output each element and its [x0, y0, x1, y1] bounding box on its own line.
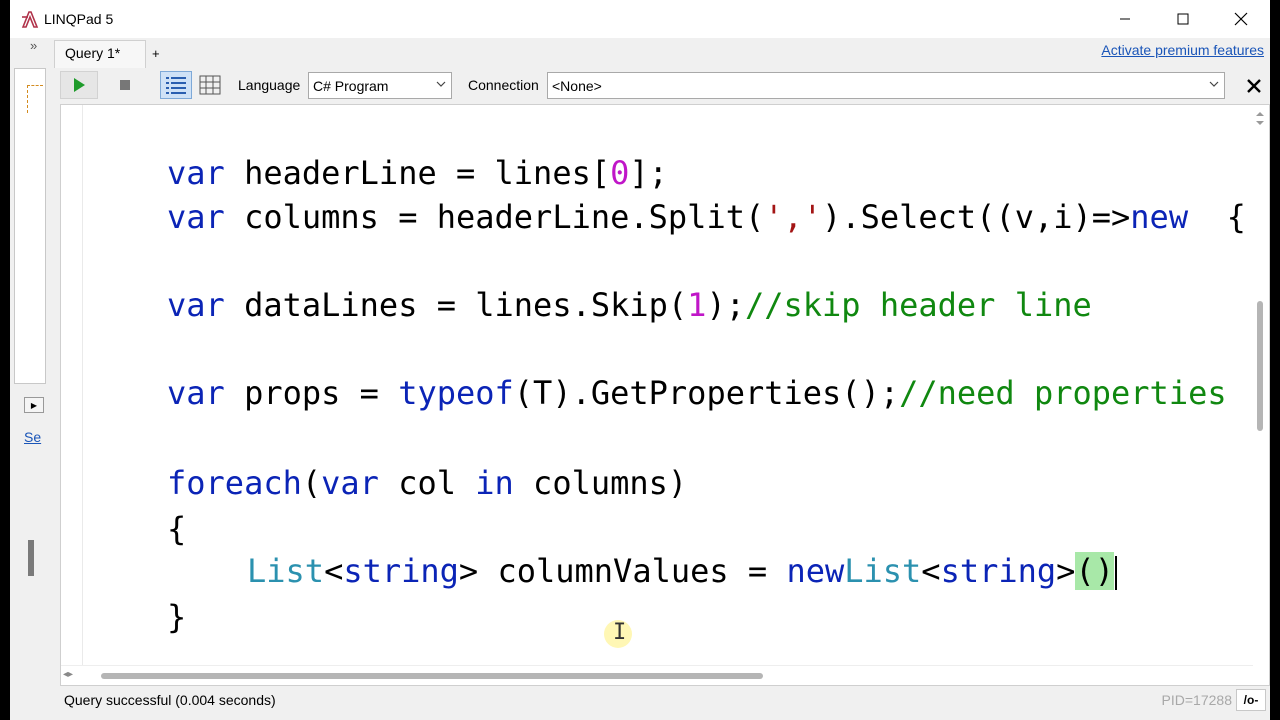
splitter-grip[interactable] — [28, 540, 34, 576]
editor-gutter — [61, 105, 83, 667]
code-line: foreach(var col in columns) — [167, 464, 688, 502]
linqpad-window: LINQPad 5 » Query 1* + Activate premium … — [10, 0, 1270, 720]
collapse-panel-icon[interactable]: » — [30, 38, 37, 53]
sidebar-link[interactable]: Se — [24, 429, 50, 445]
scroll-left-right-icon: ◂▸ — [63, 669, 74, 680]
language-value: C# Program — [313, 78, 389, 94]
grid-results-icon — [199, 75, 221, 95]
vertical-scrollbar[interactable] — [1251, 105, 1269, 667]
chevron-down-icon — [436, 81, 446, 87]
language-select[interactable]: C# Program — [308, 72, 452, 99]
horizontal-scrollbar[interactable]: ◂▸ — [61, 665, 1253, 685]
maximize-icon — [1177, 13, 1189, 25]
status-message: Query successful (0.004 seconds) — [64, 692, 276, 708]
play-icon — [74, 78, 85, 92]
execute-button[interactable] — [60, 71, 98, 99]
vertical-scroll-thumb[interactable] — [1257, 301, 1263, 431]
code-editor[interactable]: var headerLine = lines[0]; var columns = … — [60, 104, 1270, 686]
stop-icon — [120, 80, 130, 90]
maximize-button[interactable] — [1154, 0, 1212, 38]
horizontal-scroll-thumb[interactable] — [101, 673, 763, 679]
code-line: } — [167, 598, 187, 636]
document-icon — [27, 85, 43, 113]
connection-select[interactable]: <None> — [547, 72, 1225, 99]
code-line: var headerLine = lines[0]; — [167, 154, 668, 192]
text-caret — [1114, 556, 1117, 590]
code-line: var props = typeof(T).GetProperties();//… — [167, 374, 1227, 412]
status-bar: Query successful (0.004 seconds) PID=172… — [10, 686, 1270, 720]
minimize-button[interactable] — [1096, 0, 1154, 38]
code-line: var dataLines = lines.Skip(1);//skip hea… — [167, 286, 1092, 324]
close-query-button[interactable] — [1242, 74, 1266, 98]
process-id: PID=17288 — [1161, 692, 1232, 708]
title-bar: LINQPad 5 — [10, 0, 1270, 38]
rich-text-results-icon — [166, 77, 186, 94]
connection-label: Connection — [468, 77, 539, 93]
optimize-toggle-button[interactable]: /o- — [1236, 689, 1266, 711]
expand-arrow-icon[interactable]: ▶ — [24, 397, 44, 413]
i-beam-cursor-icon: I — [613, 620, 627, 645]
code-line: var columns = headerLine.Split(',').Sele… — [167, 198, 1246, 236]
activate-premium-link[interactable]: Activate premium features — [1101, 42, 1264, 58]
close-icon — [1247, 79, 1261, 93]
results-grid-button[interactable] — [194, 71, 226, 99]
query-toolbar: Language C# Program Connection <None> — [50, 68, 1270, 104]
tab-query-1[interactable]: Query 1* — [54, 40, 146, 68]
minimize-icon — [1120, 18, 1130, 20]
scroll-down-icon — [1256, 121, 1264, 125]
left-sidebar: ▶ Se — [10, 68, 50, 688]
close-button[interactable] — [1212, 0, 1270, 38]
linqpad-logo-icon — [21, 11, 39, 28]
close-icon — [1234, 12, 1248, 26]
code-line: List<string> columnValues = newList<stri… — [247, 551, 1117, 591]
code-line: { — [167, 510, 187, 548]
tab-label: Query 1* — [65, 45, 121, 61]
language-label: Language — [238, 77, 301, 93]
window-title: LINQPad 5 — [44, 11, 114, 27]
mouse-cursor-highlight: I — [604, 620, 632, 648]
stop-button[interactable] — [106, 71, 144, 99]
query-tab-row: » Query 1* + Activate premium features — [10, 38, 1270, 68]
results-rich-text-button[interactable] — [160, 71, 192, 99]
add-tab-button[interactable]: + — [152, 46, 160, 61]
chevron-down-icon — [1209, 81, 1219, 87]
connection-value: <None> — [552, 78, 602, 94]
sidebar-panel — [14, 68, 46, 384]
